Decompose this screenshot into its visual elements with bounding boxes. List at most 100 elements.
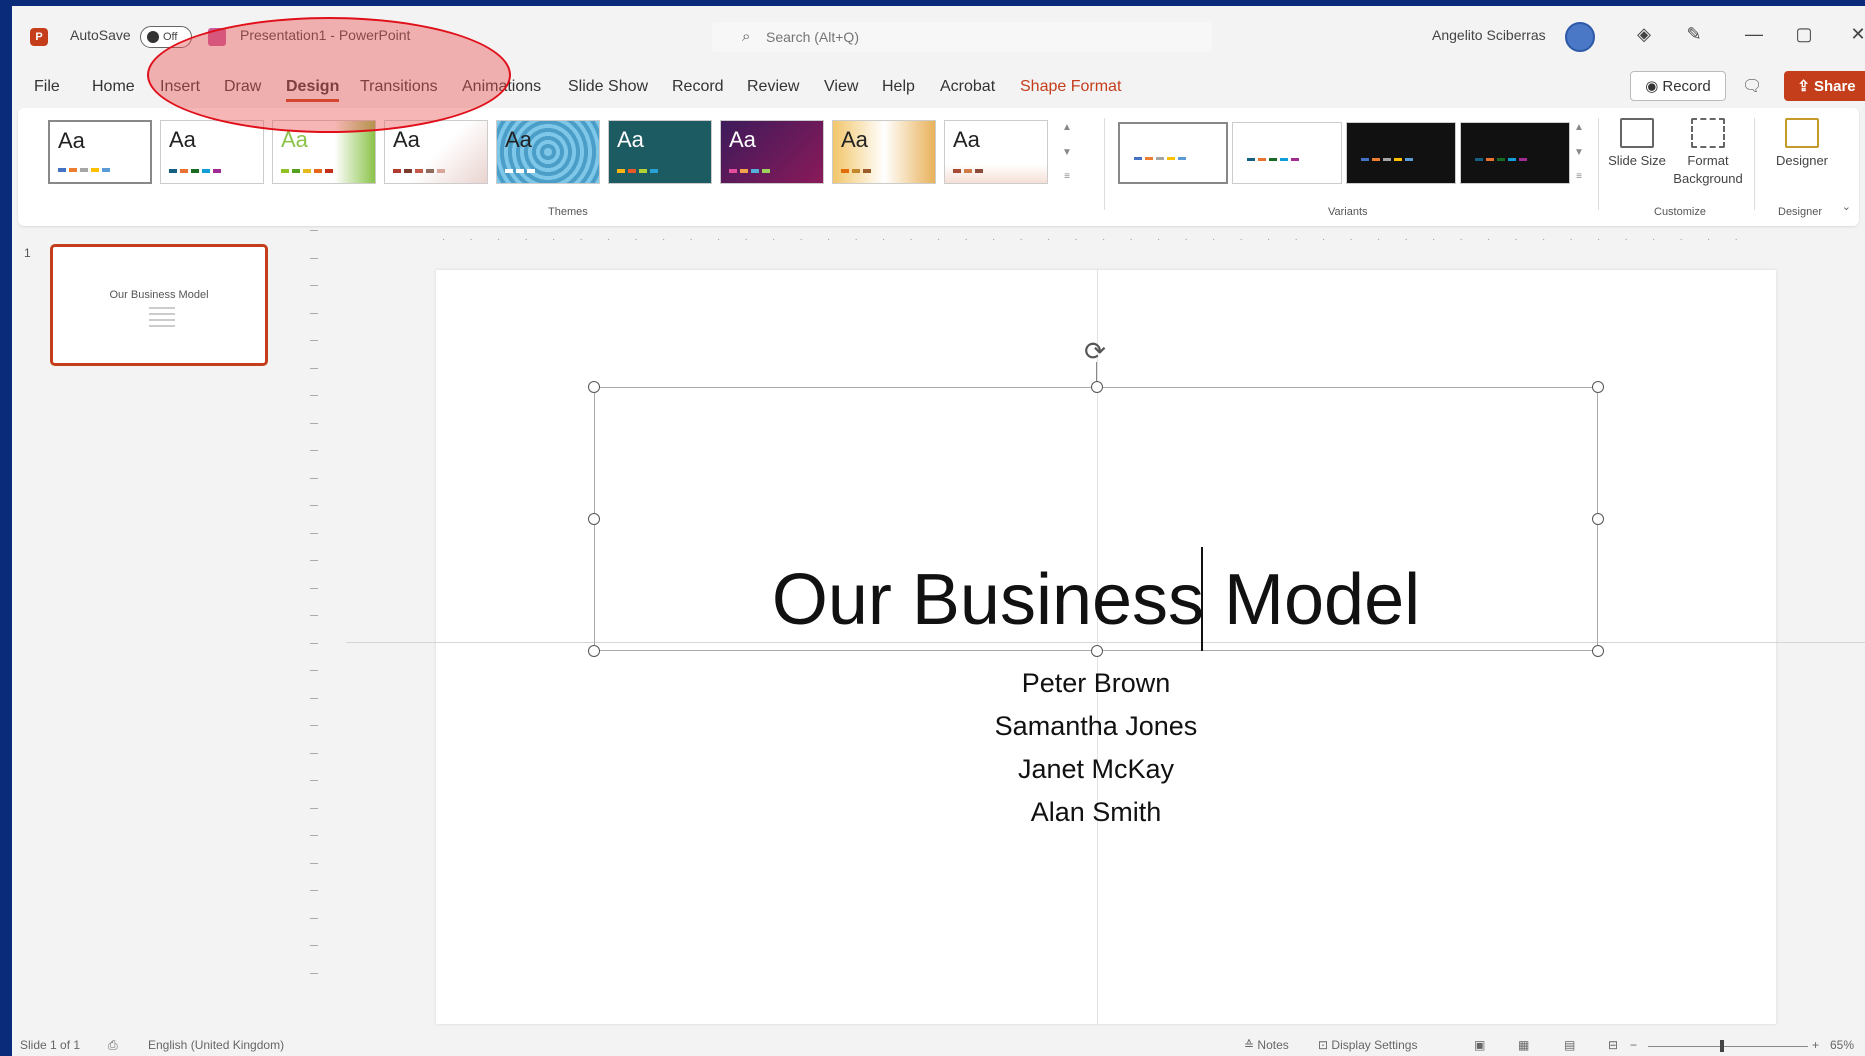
slide-title[interactable]: Our Business Model: [594, 554, 1598, 646]
tab-help[interactable]: Help: [882, 78, 915, 96]
slideshow-icon[interactable]: ⊟: [1608, 1038, 1618, 1052]
variant-2[interactable]: [1232, 122, 1342, 184]
theme-colors: [169, 169, 221, 173]
variants-scroll[interactable]: ▲ ▼ ≡: [1572, 122, 1586, 182]
resize-handle[interactable]: [1091, 645, 1103, 657]
search-input[interactable]: [766, 29, 1166, 45]
display-settings-button[interactable]: ⊡ Display Settings: [1318, 1038, 1417, 1052]
zoom-slider[interactable]: [1648, 1046, 1808, 1047]
theme-slice[interactable]: Aa: [944, 120, 1048, 184]
vertical-ruler[interactable]: [310, 230, 324, 1010]
slide-thumbnail[interactable]: Our Business Model: [50, 244, 268, 366]
theme-facet[interactable]: Aa: [272, 120, 376, 184]
autosave-toggle[interactable]: Off: [140, 26, 192, 48]
reading-view-icon[interactable]: ▤: [1564, 1038, 1575, 1052]
variant-3[interactable]: [1346, 122, 1456, 184]
tab-view[interactable]: View: [824, 78, 858, 96]
normal-view-icon[interactable]: ▣: [1474, 1038, 1485, 1052]
pen-icon[interactable]: ✎: [1682, 24, 1706, 45]
ruler-tick: [310, 367, 318, 369]
format-background-icon: [1691, 118, 1725, 148]
file-icon: [208, 28, 226, 46]
more-icon[interactable]: ≡: [1576, 171, 1582, 182]
ruler-tick: ·: [1294, 234, 1298, 245]
designer-icon: [1785, 118, 1819, 148]
theme-colors: [58, 168, 110, 172]
search-box[interactable]: ⌕: [712, 22, 1212, 52]
ruler-tick: ·: [1734, 234, 1738, 245]
rotate-handle-icon[interactable]: ⟳: [1079, 335, 1111, 367]
title-bar: P AutoSave Off Presentation1 - PowerPoin…: [12, 6, 1865, 66]
ruler-tick: ·: [1652, 234, 1656, 245]
accessibility-icon[interactable]: ⎙: [108, 1038, 118, 1053]
close-button[interactable]: ✕: [1846, 24, 1865, 45]
zoom-out-icon[interactable]: −: [1630, 1038, 1637, 1052]
resize-handle[interactable]: [588, 645, 600, 657]
theme-ion-boardroom[interactable]: Aa: [608, 120, 712, 184]
autosave-label: AutoSave: [70, 27, 131, 43]
tab-file[interactable]: File: [34, 78, 60, 96]
theme-office-2[interactable]: Aa: [160, 120, 264, 184]
tab-insert[interactable]: Insert: [160, 78, 200, 96]
comment-icon[interactable]: 🗨: [1742, 76, 1762, 96]
toggle-knob: [147, 31, 159, 43]
resize-handle[interactable]: [1592, 381, 1604, 393]
theme-office[interactable]: Aa: [48, 120, 152, 184]
chevron-down-icon[interactable]: ▼: [1062, 147, 1072, 158]
slide-size-button[interactable]: Slide Size: [1608, 118, 1666, 170]
resize-handle[interactable]: [588, 381, 600, 393]
ruler-tick: [310, 477, 318, 479]
tab-slide-show[interactable]: Slide Show: [568, 78, 648, 96]
chevron-up-icon[interactable]: ▲: [1574, 122, 1584, 133]
theme-colors: [729, 169, 770, 173]
designer-button[interactable]: Designer: [1762, 118, 1842, 170]
chevron-up-icon[interactable]: ▲: [1062, 122, 1072, 133]
restore-button[interactable]: ▢: [1792, 24, 1816, 45]
resize-handle[interactable]: [1592, 513, 1604, 525]
minimize-button[interactable]: —: [1742, 24, 1766, 45]
ruler-tick: ·: [1569, 234, 1573, 245]
variant-colors: [1475, 158, 1527, 161]
notes-icon: ≙: [1244, 1038, 1255, 1052]
theme-organic[interactable]: Aa: [720, 120, 824, 184]
chevron-down-icon[interactable]: ▼: [1574, 147, 1584, 158]
tab-shape-format[interactable]: Shape Format: [1020, 78, 1121, 96]
variant-4[interactable]: [1460, 122, 1570, 184]
zoom-in-icon[interactable]: +: [1812, 1038, 1819, 1052]
theme-ion[interactable]: Aa: [496, 120, 600, 184]
tab-draw[interactable]: Draw: [224, 78, 261, 96]
tab-review[interactable]: Review: [747, 78, 799, 96]
horizontal-ruler[interactable]: · · · · · · · · · · · · · · · · · · · · · · · · · · · · · · · · · · · · · · · ·…: [442, 230, 1772, 252]
ruler-tick: [310, 505, 318, 506]
format-background-button[interactable]: Format Background: [1668, 118, 1748, 188]
themes-scroll[interactable]: ▲ ▼ ≡: [1060, 122, 1074, 182]
tab-home[interactable]: Home: [92, 78, 135, 96]
resize-handle[interactable]: [1091, 381, 1103, 393]
language-indicator[interactable]: English (United Kingdom): [148, 1038, 284, 1052]
tab-transitions[interactable]: Transitions: [360, 78, 438, 96]
resize-handle[interactable]: [588, 513, 600, 525]
tab-design[interactable]: Design: [286, 78, 340, 102]
slide-subtitle[interactable]: Peter Brown Samantha Jones Janet McKay A…: [594, 662, 1598, 834]
ruler-tick: [310, 587, 318, 589]
collapse-ribbon-icon[interactable]: ⌄: [1842, 200, 1851, 213]
variant-1[interactable]: [1118, 122, 1228, 184]
ruler-tick: ·: [992, 234, 996, 245]
tab-record[interactable]: Record: [672, 78, 724, 96]
resize-handle[interactable]: [1592, 645, 1604, 657]
ruler-tick: ·: [772, 234, 776, 245]
share-button[interactable]: ⇪ Share: [1784, 71, 1865, 101]
record-button[interactable]: ◉ Record: [1630, 71, 1726, 101]
ruler-tick: ·: [1074, 234, 1078, 245]
more-icon[interactable]: ≡: [1064, 171, 1070, 182]
zoom-slider-thumb[interactable]: [1720, 1040, 1724, 1052]
notes-button[interactable]: ≙ Notes: [1244, 1038, 1289, 1052]
avatar[interactable]: [1565, 22, 1595, 52]
slide-sorter-icon[interactable]: ▦: [1518, 1038, 1529, 1052]
tab-acrobat[interactable]: Acrobat: [940, 78, 995, 96]
theme-retrospect[interactable]: Aa: [832, 120, 936, 184]
tab-animations[interactable]: Animations: [462, 78, 541, 96]
zoom-level[interactable]: 65%: [1830, 1038, 1854, 1052]
theme-integral[interactable]: Aa: [384, 120, 488, 184]
diamond-icon[interactable]: ◈: [1632, 24, 1656, 45]
